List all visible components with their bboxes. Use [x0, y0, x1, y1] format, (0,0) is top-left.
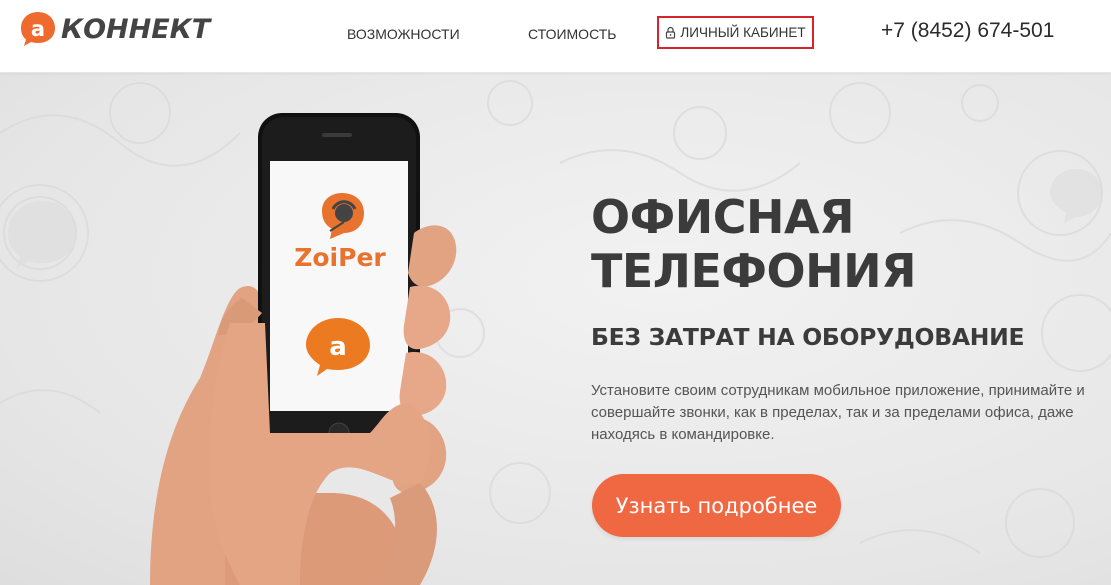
nav-personal-cabinet[interactable]: ЛИЧНЫЙ КАБИНЕТ [657, 16, 814, 49]
nav-price[interactable]: СТОИМОСТЬ [528, 26, 616, 42]
contact-phone[interactable]: +7 (8452) 674-501 [881, 19, 1054, 43]
nav-features[interactable]: ВОЗМОЖНОСТИ [347, 26, 460, 42]
hero-description: Установите своим сотрудникам мобильное п… [591, 382, 1085, 443]
speech-bubble-logo-icon: a [21, 12, 55, 46]
brand-logo[interactable]: a КОННЕКТ [18, 9, 210, 49]
app-logo-a: a [329, 332, 347, 362]
logo-text: КОННЕКТ [61, 13, 211, 45]
learn-more-button[interactable]: Узнать подробнее [592, 474, 841, 537]
nav-cabinet-label: ЛИЧНЫЙ КАБИНЕТ [680, 25, 806, 40]
lock-icon [666, 26, 676, 39]
svg-text:a: a [31, 17, 45, 41]
hero-subtitle: БЕЗ ЗАТРАТ НА ОБОРУДОВАНИЕ [591, 323, 1025, 351]
zoiper-app-name: ZoiPer [294, 243, 386, 272]
hand-holding-phone-illustration: ZoiPer a [150, 113, 457, 585]
hero-section: ZoiPer a ОФИСНАЯ ТЕЛЕФОНИЯ БЕЗ ЗАТРАТ НА… [0, 73, 1111, 585]
site-header: a КОННЕКТ ВОЗМОЖНОСТИ СТОИМОСТЬ ЛИЧНЫЙ К… [0, 0, 1111, 73]
hero-title: ОФИСНАЯ ТЕЛЕФОНИЯ [591, 190, 917, 298]
